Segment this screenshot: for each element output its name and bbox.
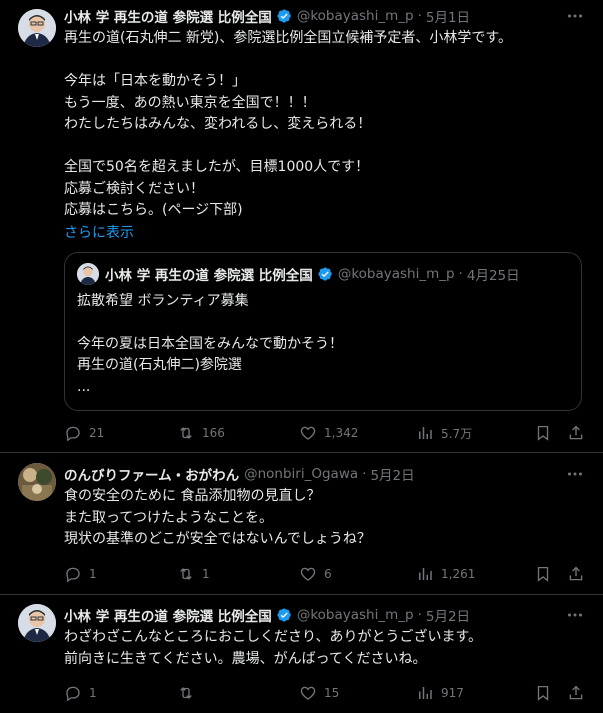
views-count: 917 — [441, 686, 464, 700]
show-more-link[interactable]: さらに表示 — [64, 222, 134, 244]
verified-badge-icon — [277, 608, 291, 622]
views-count: 5.7万 — [441, 426, 473, 441]
separator-dot: · — [362, 466, 367, 482]
author-name[interactable]: のんびりファーム・おがわん — [64, 464, 239, 484]
retweet-count: 166 — [202, 426, 225, 440]
bookmark-icon — [537, 425, 549, 441]
tweet-date[interactable]: 5月2日 — [426, 605, 470, 625]
separator-dot: · — [417, 607, 422, 623]
views-count: 1,261 — [441, 567, 476, 581]
tweet-text: 食の安全のために 食品添加物の見直し？ また取ってつけたようなことを。 現状の基… — [64, 488, 371, 547]
author-handle[interactable]: @nonbiri_Ogawa — [244, 466, 358, 482]
author-name[interactable]: 小林 学 再生の道 参院選 比例全国 — [64, 6, 272, 26]
like-count: 15 — [324, 686, 340, 700]
reply-icon — [66, 686, 80, 702]
reply-count: 1 — [89, 686, 97, 700]
retweet-button[interactable]: 1 — [177, 565, 210, 583]
like-button[interactable]: 6 — [299, 565, 332, 583]
tweet-actions: 1 15 917 — [64, 683, 587, 703]
reply-icon — [66, 426, 80, 442]
like-count: 1,342 — [324, 426, 359, 440]
bookmark-button[interactable] — [534, 684, 552, 702]
bookmark-icon — [537, 566, 549, 582]
like-icon — [300, 567, 316, 581]
tweet-date[interactable]: 5月1日 — [426, 6, 470, 26]
tweet-actions: 1 1 6 1,261 — [64, 564, 587, 584]
quoted-avatar — [77, 262, 99, 285]
author-name[interactable]: 小林 学 再生の道 参院選 比例全国 — [64, 605, 272, 625]
author-handle[interactable]: @kobayashi_m_p — [297, 607, 414, 623]
retweet-icon — [180, 568, 192, 580]
tweet-text: 再生の道(石丸伸二 新党)、参院選比例全国立候補予定者、小林学です。 今年は「日… — [64, 30, 512, 218]
reply-count: 1 — [89, 567, 97, 581]
reply-count: 21 — [89, 426, 105, 440]
more-icon[interactable] — [567, 607, 583, 626]
quoted-author-handle: @kobayashi_m_p — [337, 265, 455, 282]
more-icon[interactable] — [567, 8, 583, 27]
share-button[interactable] — [567, 424, 585, 442]
share-button[interactable] — [567, 565, 585, 583]
avatar[interactable] — [18, 604, 56, 642]
retweet-button[interactable] — [177, 684, 202, 702]
views-button[interactable]: 1,261 — [416, 565, 475, 583]
bookmark-button[interactable] — [534, 565, 552, 583]
views-icon — [419, 568, 432, 580]
tweet-actions: 21 166 1,342 5.7万 — [64, 423, 587, 443]
views-icon — [419, 427, 432, 439]
bookmark-icon — [537, 685, 549, 701]
tweet-date[interactable]: 5月2日 — [370, 464, 414, 484]
tweet-1[interactable]: 小林 学 再生の道 参院選 比例全国 @kobayashi_m_p · 5月1日… — [0, 0, 603, 450]
like-button[interactable]: 15 — [299, 684, 339, 702]
retweet-count: 1 — [202, 567, 210, 581]
share-button[interactable] — [567, 684, 585, 702]
tweet-text: わざわざこんなところにおこしくださり、ありがとうございます。 前向きに生きてくだ… — [64, 629, 483, 667]
quoted-tweet[interactable]: 小林 学 再生の道 参院選 比例全国 @kobayashi_m_p · 4月25… — [64, 251, 582, 411]
retweet-icon — [180, 687, 192, 699]
quoted-tweet-date: 4月25日 — [466, 267, 520, 284]
tweet-3[interactable]: 小林 学 再生の道 参院選 比例全国 @kobayashi_m_p · 5月2日… — [0, 595, 603, 713]
like-icon — [300, 686, 316, 700]
reply-button[interactable]: 1 — [64, 684, 97, 702]
like-icon — [300, 426, 316, 440]
separator-dot: · — [458, 265, 463, 282]
reply-icon — [66, 567, 80, 583]
tweet-2[interactable]: のんびりファーム・おがわん @nonbiri_Ogawa · 5月2日 食の安全… — [0, 453, 603, 593]
views-button[interactable]: 5.7万 — [416, 424, 472, 442]
bookmark-button[interactable] — [534, 424, 552, 442]
reply-button[interactable]: 1 — [64, 565, 97, 583]
author-handle[interactable]: @kobayashi_m_p — [297, 8, 414, 24]
avatar[interactable] — [18, 463, 56, 501]
views-button[interactable]: 917 — [416, 684, 464, 702]
reply-button[interactable]: 21 — [64, 424, 104, 442]
share-icon — [569, 685, 583, 700]
retweet-icon — [180, 427, 192, 439]
more-icon[interactable] — [567, 466, 583, 485]
verified-badge-icon — [277, 9, 291, 23]
quoted-tweet-text: 拡散希望 ボランティア募集 今年の夏は日本全国をみんなで動かそう！ 再生の道(石… — [77, 292, 343, 395]
avatar[interactable] — [18, 9, 56, 47]
separator-dot: · — [417, 8, 422, 24]
share-icon — [569, 425, 583, 440]
quoted-author-name: 小林 学 再生の道 参院選 比例全国 — [105, 267, 313, 284]
share-icon — [569, 566, 583, 581]
like-count: 6 — [324, 567, 332, 581]
like-button[interactable]: 1,342 — [299, 424, 358, 442]
verified-badge-icon — [318, 266, 332, 281]
views-icon — [419, 687, 432, 699]
retweet-button[interactable]: 166 — [177, 424, 225, 442]
